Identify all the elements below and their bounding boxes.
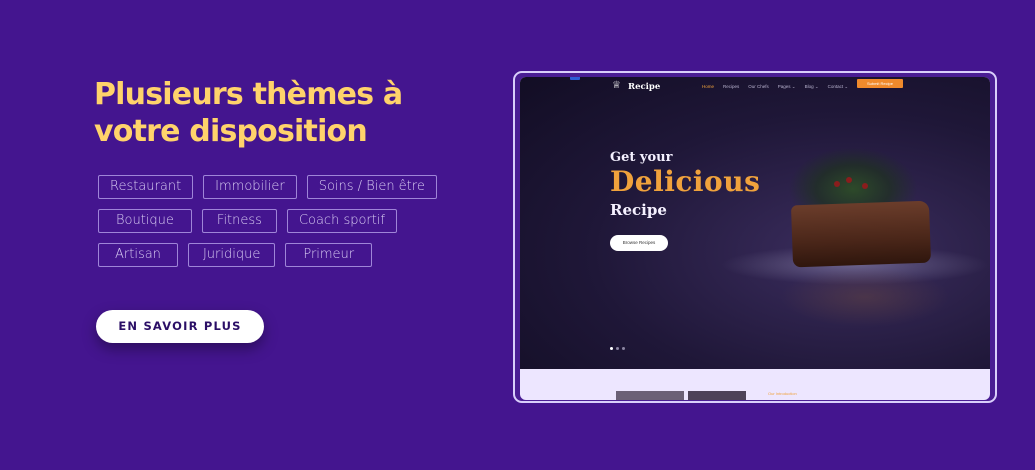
tag-row-3: Artisan Juridique Primeur (98, 243, 438, 267)
preview-browse-recipes-button[interactable]: Browse Recipes (610, 235, 668, 251)
theme-preview-frame[interactable]: ♕ Recipe Home Recipes Our Chefs Pages ⌄ … (513, 71, 997, 403)
tag-primeur[interactable]: Primeur (285, 243, 373, 267)
berry-icon (862, 183, 868, 189)
chef-hat-icon: ♕ (612, 80, 621, 91)
tag-row-1: Restaurant Immobilier Soins / Bien être (98, 175, 438, 199)
slider-dot[interactable] (610, 347, 613, 350)
preview-nav-home[interactable]: Home (702, 84, 714, 90)
tag-fitness[interactable]: Fitness (201, 209, 277, 233)
preview-hero-line-1: Get your (610, 150, 673, 165)
tab-marker (570, 77, 580, 80)
tag-immobilier[interactable]: Immobilier (203, 175, 297, 199)
en-savoir-plus-button[interactable]: EN SAVOIR PLUS (96, 310, 264, 343)
tag-boutique[interactable]: Boutique (98, 209, 192, 233)
preview-hero-line-2: Delicious (610, 165, 761, 198)
preview-hero-line-3: Recipe (610, 201, 667, 219)
tag-row-2: Boutique Fitness Coach sportif (98, 209, 438, 233)
preview-nav-pages[interactable]: Pages ⌄ (778, 84, 796, 90)
theme-tags: Restaurant Immobilier Soins / Bien être … (98, 175, 438, 277)
headline-line-1: Plusieurs thèmes à (94, 77, 403, 112)
preview-hero: ♕ Recipe Home Recipes Our Chefs Pages ⌄ … (520, 77, 990, 369)
berry-icon (834, 181, 840, 187)
berry-icon (846, 177, 852, 183)
slider-dot[interactable] (622, 347, 625, 350)
preview-lower-image (688, 391, 746, 400)
preview-nav-blog[interactable]: Blog ⌄ (805, 84, 819, 90)
tag-artisan[interactable]: Artisan (98, 243, 178, 267)
tag-coach-sportif[interactable]: Coach sportif (286, 209, 398, 233)
preview-navbar: ♕ Recipe Home Recipes Our Chefs Pages ⌄ … (520, 77, 990, 99)
preview-lower-label: Our Introduction (768, 391, 797, 396)
cake-reflection (780, 267, 950, 327)
preview-nav-recipes[interactable]: Recipes (723, 84, 739, 90)
preview-nav-contact[interactable]: Contact ⌄ (828, 84, 849, 90)
preview-submit-recipe-button[interactable]: Submit Recipe (857, 79, 903, 88)
page-headline: Plusieurs thèmes à votre disposition (94, 76, 474, 150)
preview-nav-links: Home Recipes Our Chefs Pages ⌄ Blog ⌄ Co… (702, 84, 848, 90)
preview-nav-chefs[interactable]: Our Chefs (748, 84, 769, 90)
recipe-site-preview: ♕ Recipe Home Recipes Our Chefs Pages ⌄ … (520, 77, 990, 400)
slider-dot[interactable] (616, 347, 619, 350)
headline-line-2: votre disposition (94, 114, 368, 149)
preview-logo: Recipe (628, 82, 661, 92)
tag-soins-bien-etre[interactable]: Soins / Bien être (306, 175, 437, 199)
cake-image (790, 200, 932, 268)
tag-restaurant[interactable]: Restaurant (98, 175, 194, 199)
preview-slider-dots (610, 347, 625, 350)
tag-juridique[interactable]: Juridique (187, 243, 276, 267)
preview-lower-image (616, 391, 684, 400)
